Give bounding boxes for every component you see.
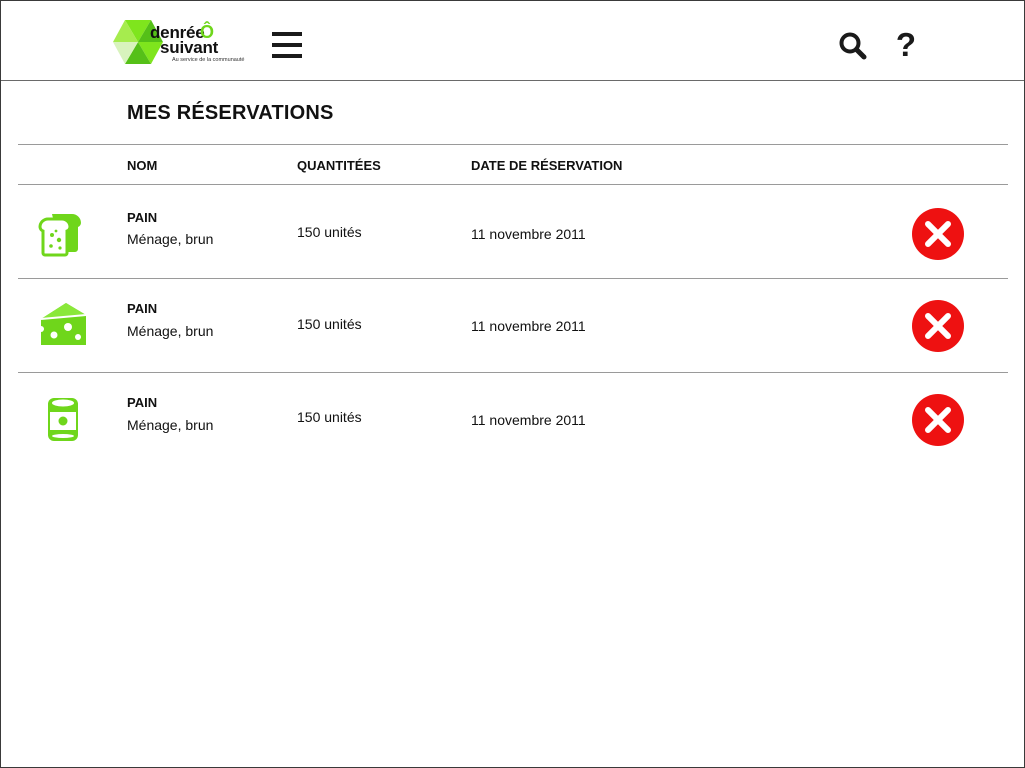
app-header: denrée Ô suivant Au service de la commun… [1,1,1024,81]
page-title: MES RÉSERVATIONS [127,102,334,124]
close-icon [912,208,964,260]
item-quantity: 150 unités [297,224,362,240]
bread-icon [38,209,88,259]
item-description: Ménage, brun [127,231,214,247]
close-icon [912,300,964,352]
search-icon[interactable] [838,31,868,61]
item-description: Ménage, brun [127,323,214,339]
item-name: PAIN [127,301,158,316]
cancel-reservation-button[interactable] [912,394,964,446]
logo-tagline: Au service de la communauté [172,57,245,63]
help-button[interactable]: ? [894,27,918,63]
header-divider-top [18,144,1008,145]
cheese-icon [38,299,88,349]
item-description: Ménage, brun [127,417,214,433]
close-icon [912,394,964,446]
hamburger-menu-icon[interactable] [272,32,302,59]
column-header-name: NOM [127,158,158,173]
reservation-date: 11 novembre 2011 [471,226,586,242]
column-header-date: DATE DE RÉSERVATION [471,158,623,173]
cancel-reservation-button[interactable] [912,208,964,260]
reservation-row: PAIN Ménage, brun 150 unités 11 novembre… [18,279,1008,372]
item-quantity: 150 unités [297,316,362,332]
reservation-row: PAIN Ménage, brun 150 unités 11 novembre… [18,373,1008,466]
reservation-date: 11 novembre 2011 [471,318,586,334]
reservation-date: 11 novembre 2011 [471,412,586,428]
brand-logo[interactable]: denrée Ô suivant Au service de la commun… [113,14,245,70]
item-quantity: 150 unités [297,409,362,425]
item-name: PAIN [127,210,158,225]
cancel-reservation-button[interactable] [912,300,964,352]
logo-name-line2: suivant [160,38,219,57]
column-header-quantity: QUANTITÉES [297,158,381,173]
reservation-row: PAIN Ménage, brun 150 unités 11 novembre… [18,185,1008,278]
item-name: PAIN [127,395,158,410]
can-icon [38,393,88,443]
